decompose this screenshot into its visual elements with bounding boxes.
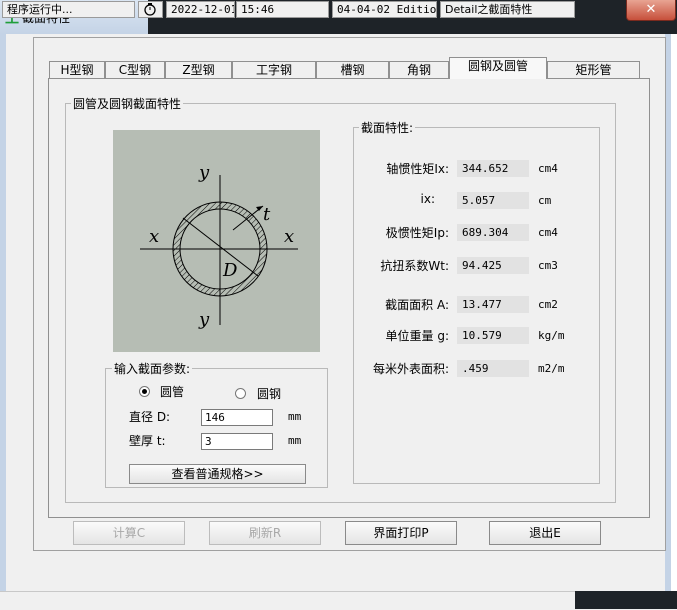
tube-radio[interactable] (139, 386, 150, 397)
y-axis-top-label: y (198, 162, 210, 183)
exit-button[interactable]: 退出E (489, 521, 601, 545)
section-diagram: y y x x t D (113, 130, 320, 352)
thickness-field-label: 壁厚 t: (129, 434, 166, 448)
properties-legend: 截面特性: (359, 119, 416, 136)
status-running: 程序运行中... (2, 1, 135, 18)
input-group-legend: 输入截面参数: (112, 360, 193, 377)
prop-value-wt: 94.425 (457, 257, 529, 274)
tab-angle[interactable]: 角钢 (389, 61, 449, 78)
thickness-label: t (263, 204, 271, 225)
prop-unit-ip: cm4 (538, 226, 558, 239)
prop-label-wt: 抗扭系数Wt: (380, 259, 449, 273)
calc-button[interactable]: 计算C (73, 521, 185, 545)
diameter-label: D (222, 260, 238, 281)
status-edition: 04-04-02 Edition (332, 1, 437, 18)
prop-value-ix-inertia: 344.652 (457, 160, 529, 177)
prop-unit-surface: m2/m (538, 362, 565, 375)
x-axis-left-label: x (149, 226, 159, 247)
prop-unit-area: cm2 (538, 298, 558, 311)
prop-unit-ix-inertia: cm4 (538, 162, 558, 175)
prop-value-weight: 10.579 (457, 327, 529, 344)
tab-i-beam[interactable]: 工字钢 (232, 61, 316, 78)
y-axis-bottom-label: y (198, 309, 210, 330)
view-spec-button[interactable]: 查看普通规格>> (129, 464, 306, 484)
section-group-legend: 圆管及圆钢截面特性 (71, 95, 184, 112)
prop-label-ix-inertia: 轴惯性矩Ix: (386, 162, 449, 176)
tube-radio-label: 圆管 (160, 385, 185, 399)
refresh-button[interactable]: 刷新R (209, 521, 321, 545)
stopwatch-icon (138, 1, 163, 18)
tab-c-steel[interactable]: C型钢 (105, 61, 165, 78)
status-date: 2022-12-01 (166, 1, 235, 18)
prop-label-ip: 极惯性矩Ip: (385, 226, 449, 240)
thickness-input[interactable]: 3 (201, 433, 273, 450)
prop-label-surface: 每米外表面积: (372, 362, 449, 376)
thickness-unit: mm (288, 434, 302, 447)
diameter-input[interactable]: 146 (201, 409, 273, 426)
diameter-unit: mm (288, 410, 302, 423)
status-time: 15:46 (236, 1, 329, 18)
tab-rect-tube[interactable]: 矩形管 (547, 61, 640, 78)
tab-round[interactable]: 圆钢及圆管 (449, 57, 547, 79)
tab-h-steel[interactable]: H型钢 (49, 61, 105, 78)
status-detail: Detail之截面特性 (440, 1, 575, 18)
bar-radio-label: 圆钢 (257, 387, 282, 401)
print-button[interactable]: 界面打印P (345, 521, 457, 545)
close-button[interactable]: ✕ (626, 0, 676, 21)
diameter-field-label: 直径 D: (129, 410, 171, 424)
tab-z-steel[interactable]: Z型钢 (165, 61, 232, 78)
prop-value-surface: .459 (457, 360, 529, 377)
prop-label-weight: 单位重量 g: (385, 329, 449, 343)
prop-unit-ix-radius: cm (538, 194, 552, 207)
x-axis-right-label: x (284, 226, 294, 247)
prop-unit-wt: cm3 (538, 259, 558, 272)
prop-unit-weight: kg/m (538, 329, 565, 342)
prop-value-ip: 689.304 (457, 224, 529, 241)
tube-section-drawing: y y x x t D (140, 162, 298, 330)
tab-channel[interactable]: 槽钢 (316, 61, 389, 78)
prop-value-area: 13.477 (457, 296, 529, 313)
prop-value-ix-radius: 5.057 (457, 192, 529, 209)
prop-label-ix-radius: ix: (420, 192, 435, 206)
prop-label-area: 截面面积 A: (385, 298, 449, 312)
bar-radio[interactable] (235, 388, 246, 399)
background-strip-bottom (575, 591, 677, 609)
